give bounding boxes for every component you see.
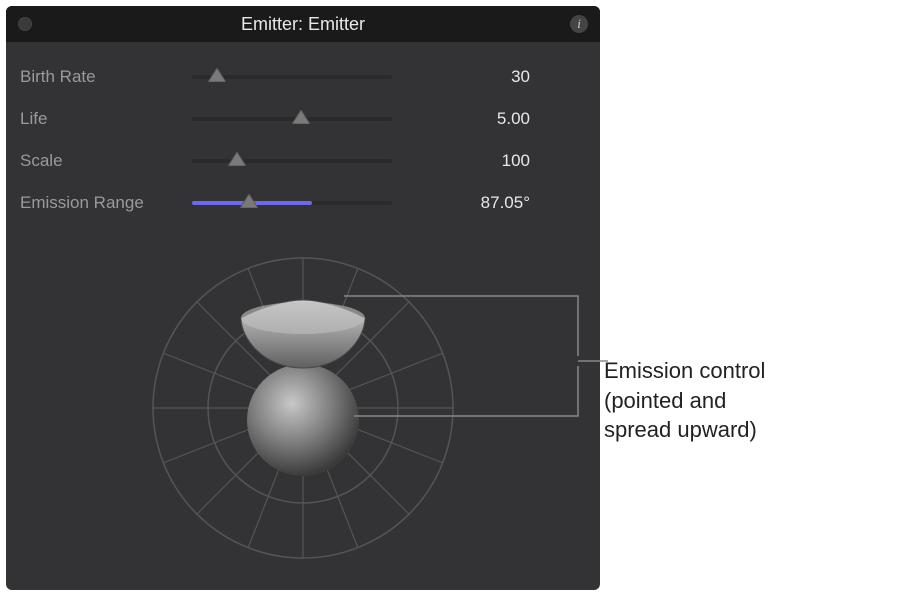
titlebar: Emitter: Emitter i bbox=[6, 6, 600, 42]
param-row-emission-range: Emission Range 87.05° bbox=[6, 182, 600, 224]
parameter-list: Birth Rate 30 Life 5.00 Scale 100 E bbox=[6, 42, 600, 224]
birth-rate-value[interactable]: 30 bbox=[392, 67, 586, 87]
annotation-line: Emission control bbox=[604, 356, 884, 386]
param-label: Emission Range bbox=[20, 193, 192, 213]
life-slider[interactable] bbox=[192, 109, 392, 129]
scale-slider[interactable] bbox=[192, 151, 392, 171]
scale-value[interactable]: 100 bbox=[392, 151, 586, 171]
param-label: Scale bbox=[20, 151, 192, 171]
param-label: Birth Rate bbox=[20, 67, 192, 87]
emitter-panel: Emitter: Emitter i Birth Rate 30 Life 5.… bbox=[6, 6, 600, 590]
annotation-line: (pointed and bbox=[604, 386, 884, 416]
close-icon[interactable] bbox=[18, 17, 32, 31]
emission-direction-dial[interactable] bbox=[143, 248, 463, 568]
emission-dial-area bbox=[6, 230, 600, 570]
birth-rate-slider[interactable] bbox=[192, 67, 392, 87]
life-value[interactable]: 5.00 bbox=[392, 109, 586, 129]
emission-control-annotation: Emission control (pointed and spread upw… bbox=[604, 356, 884, 445]
param-row-birth-rate: Birth Rate 30 bbox=[6, 56, 600, 98]
param-row-life: Life 5.00 bbox=[6, 98, 600, 140]
param-row-scale: Scale 100 bbox=[6, 140, 600, 182]
info-icon[interactable]: i bbox=[570, 15, 588, 33]
emission-range-value[interactable]: 87.05° bbox=[392, 193, 586, 213]
emission-range-slider[interactable] bbox=[192, 193, 392, 213]
annotation-line: spread upward) bbox=[604, 415, 884, 445]
param-label: Life bbox=[20, 109, 192, 129]
panel-title: Emitter: Emitter bbox=[241, 14, 365, 35]
